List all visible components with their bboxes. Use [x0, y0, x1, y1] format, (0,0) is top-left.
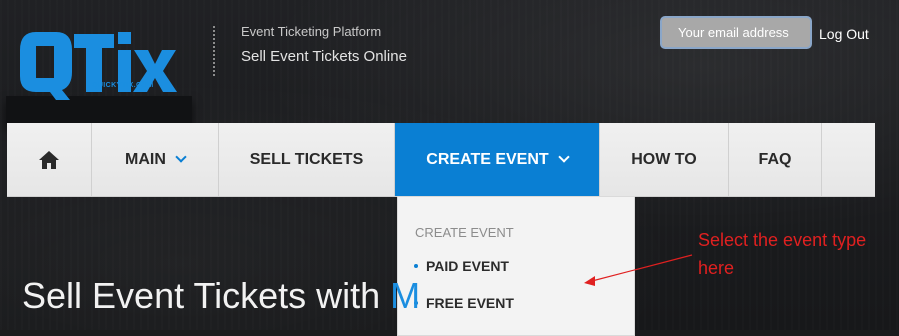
hero-title-accent: M [390, 275, 421, 316]
hero-title: Sell Event Tickets with M [22, 275, 420, 317]
hero-title-text: Sell Event Tickets with [22, 275, 391, 316]
annotation-text: Select the event type here [698, 230, 867, 278]
